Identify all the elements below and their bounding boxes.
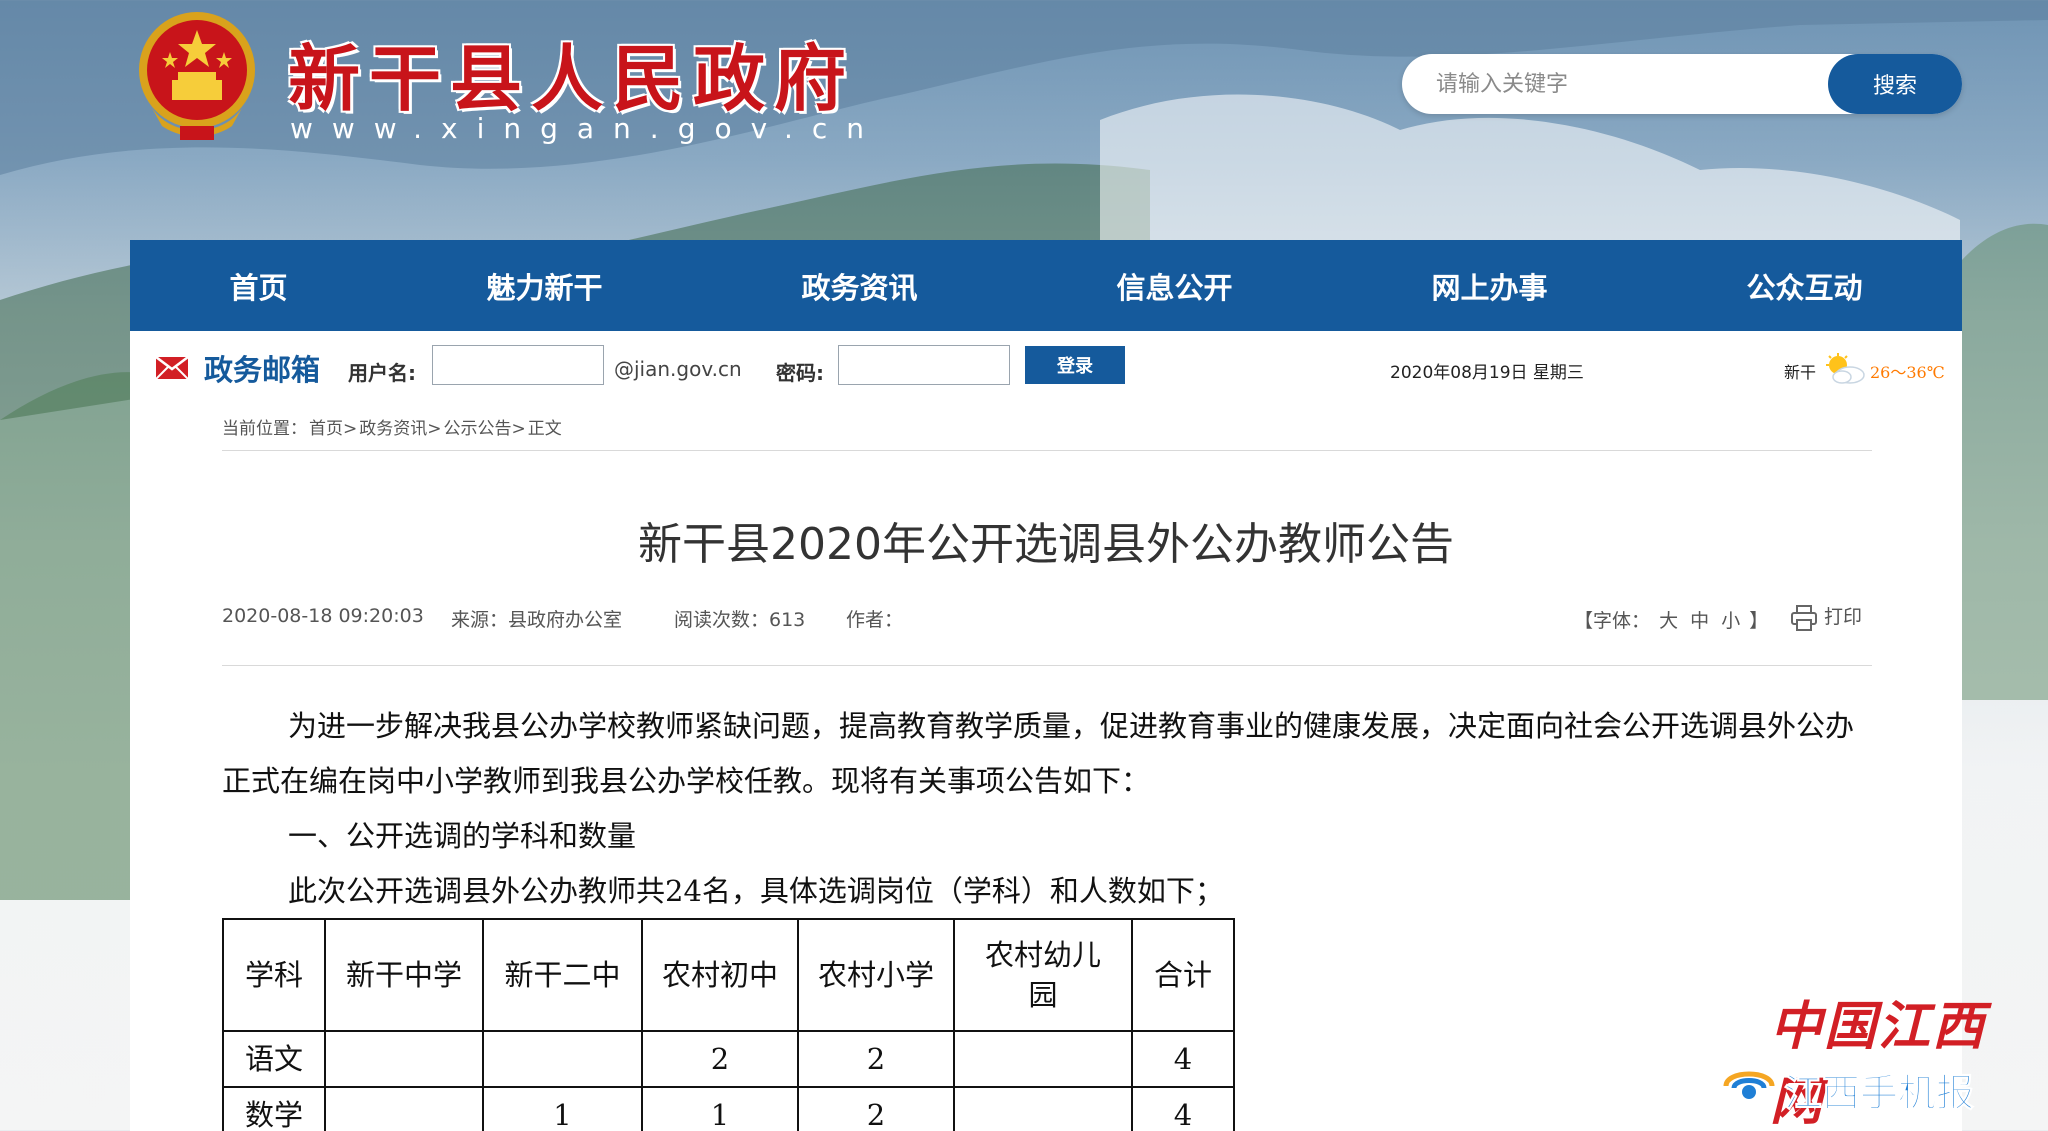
- breadcrumb-notices[interactable]: 公示公告>: [444, 419, 526, 439]
- table-header-cell: 新干中学: [324, 918, 484, 1032]
- table-header-row: 学科 新干中学 新干二中 农村初中 农村小学 农村幼儿园 合计: [222, 918, 1235, 1032]
- table-cell: 4: [1131, 1030, 1235, 1088]
- print-button[interactable]: 打印: [1790, 602, 1862, 632]
- article-title: 新干县2020年公开选调县外公办教师公告: [638, 519, 1454, 570]
- table-header-cell: 农村小学: [797, 918, 955, 1032]
- nav-public-interaction[interactable]: 公众互动: [1730, 257, 1878, 315]
- table-cell: 4: [1131, 1086, 1235, 1131]
- table-header-cell: 农村幼儿园: [953, 918, 1133, 1032]
- login-button[interactable]: 登录: [1025, 346, 1125, 384]
- font-size-medium[interactable]: 中: [1690, 610, 1709, 632]
- breadcrumb-gov-news[interactable]: 政务资讯>: [359, 419, 441, 439]
- table-header-cell: 农村初中: [641, 918, 799, 1032]
- font-size-control: 【字体： 大 中 小 】: [1574, 606, 1768, 633]
- printer-icon: [1791, 604, 1817, 631]
- table-cell: [953, 1086, 1133, 1131]
- article-datetime: 2020-08-18 09:20:03: [222, 605, 424, 627]
- weather-widget: 新干 26～36℃: [1784, 353, 1954, 385]
- article-paragraph: 此次公开选调县外公办教师共24名，具体选调岗位（学科）和人数如下；: [288, 874, 1224, 908]
- current-date: 2020年08月19日 星期三: [1390, 363, 1584, 383]
- table-cell: [324, 1030, 484, 1088]
- font-size-small[interactable]: 小: [1721, 610, 1740, 632]
- mailbox-title: 政务邮箱: [204, 353, 321, 387]
- main-panel: 首页 魅力新干 政务资讯 信息公开 网上办事 公众互动 政务邮箱 用户名: @j…: [130, 240, 1962, 1131]
- teacher-posts-table: 学科 新干中学 新干二中 农村初中 农村小学 农村幼儿园 合计 语文 2 2 4…: [222, 918, 1235, 1131]
- watermark: 中国江西网 江西手机报: [1718, 978, 2038, 1131]
- article-paragraph: 为进一步解决我县公办学校教师紧缺问题，提高教育教学质量，促进教育事业的健康发展，…: [222, 709, 1855, 798]
- nav-home[interactable]: 首页: [213, 257, 303, 315]
- nav-info-disclosure[interactable]: 信息公开: [1100, 257, 1248, 315]
- partly-cloudy-icon: [1826, 353, 1865, 384]
- nav-gov-news[interactable]: 政务资讯: [785, 257, 933, 315]
- national-emblem-logo: [139, 12, 255, 140]
- table-cell: 2: [641, 1030, 799, 1088]
- table-cell: 2: [797, 1030, 955, 1088]
- table-cell: 语文: [222, 1030, 326, 1088]
- table-cell: [953, 1030, 1133, 1088]
- search-button[interactable]: 搜索: [1828, 54, 1962, 114]
- section-heading: 一、公开选调的学科和数量: [288, 819, 637, 853]
- article-read-count: 阅读次数：613: [674, 609, 806, 631]
- temperature: 26～36℃: [1870, 363, 1945, 382]
- signal-logo-icon: [1723, 1071, 1775, 1099]
- table-header-cell: 合计: [1131, 918, 1235, 1032]
- site-title: 新干县人民政府: [288, 36, 856, 121]
- breadcrumb-home[interactable]: 首页>: [309, 419, 357, 439]
- table-cell: 数学: [222, 1086, 326, 1131]
- password-input[interactable]: [838, 345, 1010, 385]
- search-input[interactable]: [1436, 54, 1776, 114]
- table-row: 语文 2 2 4: [222, 1030, 1235, 1088]
- font-label: 【字体：: [1574, 610, 1651, 632]
- watermark-bottom-text: 江西手机报: [1783, 1071, 1975, 1116]
- article-author: 作者：: [846, 609, 904, 631]
- weather-city: 新干: [1784, 363, 1817, 382]
- gov-mailbox-bar: 政务邮箱 用户名: @jian.gov.cn 密码: 登录 2020年08月19…: [130, 331, 1962, 403]
- divider: [222, 665, 1872, 666]
- username-input[interactable]: [432, 345, 604, 385]
- breadcrumb-prefix: 当前位置：: [222, 419, 307, 439]
- table-cell: 2: [797, 1086, 955, 1131]
- table-cell: [482, 1030, 643, 1088]
- search-bar: 搜索: [1402, 54, 1962, 114]
- article-source: 来源：县政府办公室: [451, 609, 623, 631]
- username-label: 用户名:: [348, 361, 416, 385]
- breadcrumb-current: 正文: [527, 419, 562, 439]
- table-cell: 1: [482, 1086, 643, 1131]
- nav-online-services[interactable]: 网上办事: [1415, 257, 1563, 315]
- nav-charm-xingan[interactable]: 魅力新干: [470, 257, 618, 315]
- table-row: 数学 1 1 2 4: [222, 1086, 1235, 1131]
- table-header-cell: 学科: [222, 918, 326, 1032]
- divider: [222, 450, 1872, 451]
- envelope-icon: [156, 357, 188, 379]
- table-header-cell: 新干二中: [482, 918, 643, 1032]
- site-url: www.xingan.gov.cn: [290, 112, 884, 145]
- font-label-close: 】: [1749, 610, 1769, 632]
- font-size-large[interactable]: 大: [1659, 610, 1678, 632]
- password-label: 密码:: [776, 361, 824, 385]
- table-cell: [324, 1086, 484, 1131]
- breadcrumb: 当前位置： 首页> 政务资讯> 公示公告> 正文: [222, 414, 564, 439]
- print-label: 打印: [1824, 606, 1863, 628]
- table-cell: 1: [641, 1086, 799, 1131]
- main-nav: 首页 魅力新干 政务资讯 信息公开 网上办事 公众互动: [130, 240, 1962, 331]
- mail-domain: @jian.gov.cn: [614, 357, 742, 381]
